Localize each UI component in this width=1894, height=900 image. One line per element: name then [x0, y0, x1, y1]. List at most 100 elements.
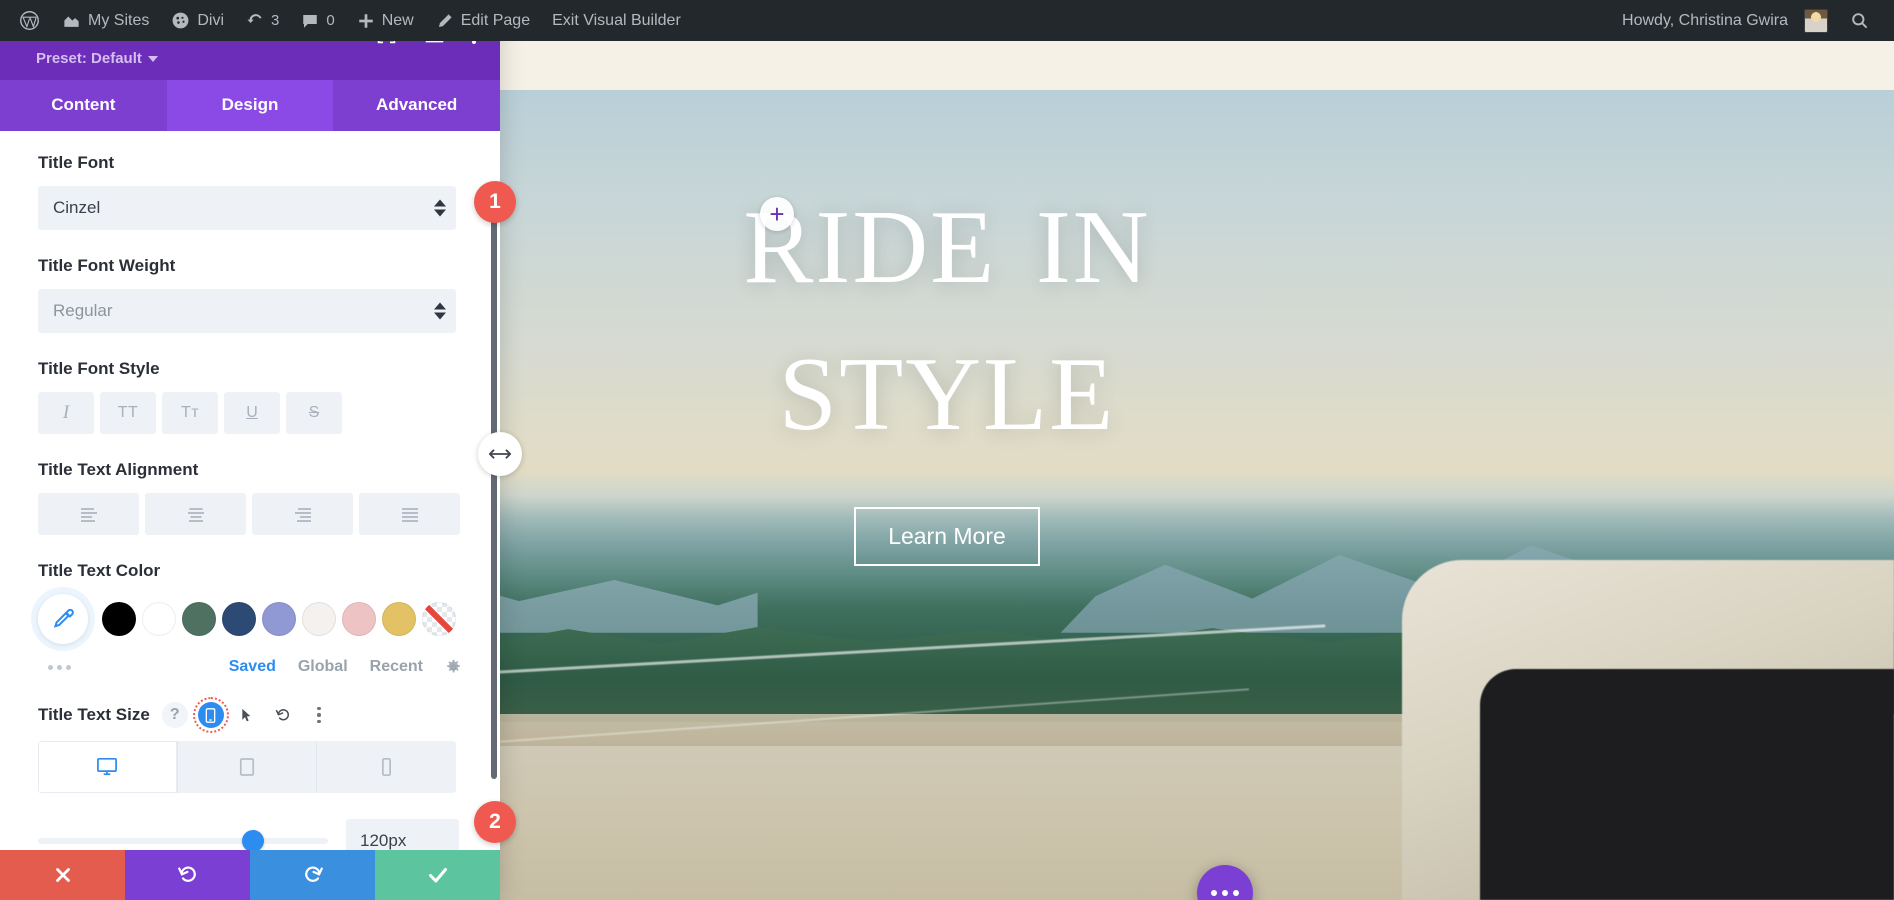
- text-size-slider[interactable]: [38, 838, 328, 844]
- strikethrough-glyph: S: [309, 404, 320, 422]
- responsive-mobile-icon[interactable]: [198, 702, 224, 728]
- title-font-style-label: Title Font Style: [38, 359, 462, 379]
- swatch-black[interactable]: [102, 602, 136, 636]
- align-right-icon: [292, 507, 314, 522]
- align-justify-button[interactable]: [359, 493, 460, 535]
- font-style-button-row: I TT Tᴛ U S: [38, 392, 462, 434]
- module-settings-panel: Call To Action Settings Preset: Default: [0, 0, 500, 900]
- undo-button[interactable]: [125, 850, 250, 900]
- admin-bar-my-sites-label: My Sites: [88, 12, 149, 30]
- color-source-tabs: Saved Global Recent: [229, 658, 462, 676]
- admin-bar-divi[interactable]: Divi: [160, 0, 235, 41]
- swatch-navy[interactable]: [222, 602, 256, 636]
- align-left-button[interactable]: [38, 493, 139, 535]
- cancel-button[interactable]: [0, 850, 125, 900]
- slider-knob[interactable]: [242, 830, 264, 850]
- account-greeting: Howdy, Christina Gwira: [1622, 12, 1788, 30]
- cta-title-line-2: Style: [743, 306, 1150, 453]
- admin-bar-divi-label: Divi: [197, 12, 224, 30]
- plus-icon: [357, 12, 375, 30]
- wordpress-admin-bar: My Sites Divi: [0, 0, 1894, 41]
- title-font-select-wrap: Cinzel: [38, 186, 462, 230]
- save-button[interactable]: [375, 850, 500, 900]
- admin-bar-updates[interactable]: 3: [235, 0, 290, 41]
- color-tab-global[interactable]: Global: [298, 658, 348, 676]
- admin-bar-exit-visual-builder[interactable]: Exit Visual Builder: [541, 0, 692, 41]
- admin-bar-right-group: Howdy, Christina Gwira: [1611, 0, 1894, 41]
- undo-icon: [177, 864, 199, 886]
- admin-bar-search[interactable]: [1839, 0, 1880, 41]
- cta-title: Ride In Style: [743, 159, 1150, 453]
- title-font-label: Title Font: [38, 153, 462, 173]
- strikethrough-button[interactable]: S: [286, 392, 342, 434]
- title-font-weight-select-wrap: Regular: [38, 289, 462, 333]
- more-options-icon[interactable]: [306, 702, 332, 728]
- reset-undo-icon[interactable]: [270, 702, 296, 728]
- gear-icon[interactable]: [445, 659, 462, 676]
- swatch-offwhite[interactable]: [302, 602, 336, 636]
- field-title-text-alignment: Title Text Alignment: [0, 460, 500, 535]
- small-caps-button[interactable]: Tᴛ: [162, 392, 218, 434]
- swatch-white[interactable]: [142, 602, 176, 636]
- eyedropper-icon[interactable]: [38, 594, 88, 644]
- add-module-button[interactable]: +: [760, 197, 794, 231]
- admin-bar-wp-logo[interactable]: [8, 0, 51, 41]
- preset-selector[interactable]: Preset: Default: [36, 50, 158, 67]
- align-justify-icon: [399, 507, 421, 522]
- device-tab-phone[interactable]: [317, 741, 456, 793]
- panel-resize-handle[interactable]: [478, 432, 522, 476]
- cta-title-line-1: Ride In: [743, 159, 1150, 306]
- align-center-button[interactable]: [145, 493, 246, 535]
- redo-icon: [302, 864, 324, 886]
- color-swatch-meta-row: Saved Global Recent: [38, 658, 462, 676]
- swatch-blush[interactable]: [342, 602, 376, 636]
- underline-button[interactable]: U: [224, 392, 280, 434]
- hover-cursor-icon[interactable]: [234, 702, 260, 728]
- tab-advanced[interactable]: Advanced: [333, 80, 500, 131]
- device-tab-tablet[interactable]: [178, 741, 318, 793]
- small-caps-glyph: Tᴛ: [181, 404, 199, 422]
- field-title-font: Title Font Cinzel: [0, 153, 500, 230]
- comment-icon: [301, 12, 319, 30]
- tab-content[interactable]: Content: [0, 80, 167, 131]
- align-right-button[interactable]: [252, 493, 353, 535]
- admin-bar-my-sites[interactable]: My Sites: [51, 0, 160, 41]
- swatch-transparent[interactable]: [422, 602, 456, 636]
- title-font-select[interactable]: Cinzel: [38, 186, 456, 230]
- device-breakpoint-tabs: [38, 741, 456, 793]
- admin-bar-edit-page[interactable]: Edit Page: [425, 0, 541, 41]
- panel-footer: [0, 850, 500, 900]
- italic-button[interactable]: I: [38, 392, 94, 434]
- admin-bar-comments[interactable]: 0: [290, 0, 345, 41]
- text-alignment-button-row: [38, 493, 462, 535]
- title-font-weight-select[interactable]: Regular: [38, 289, 456, 333]
- panel-scrollbar[interactable]: [491, 219, 497, 779]
- admin-bar-comments-count: 0: [326, 12, 334, 29]
- preset-label: Preset: Default: [36, 50, 142, 67]
- uppercase-button[interactable]: TT: [100, 392, 156, 434]
- learn-more-button[interactable]: Learn More: [854, 507, 1040, 566]
- panel-tabs: Content Design Advanced: [0, 80, 500, 131]
- align-center-icon: [185, 507, 207, 522]
- text-size-input[interactable]: [346, 819, 459, 850]
- italic-glyph: I: [63, 402, 69, 424]
- redo-button[interactable]: [250, 850, 375, 900]
- title-text-size-actions: ?: [162, 702, 332, 728]
- title-text-alignment-label: Title Text Alignment: [38, 460, 462, 480]
- title-text-size-label-row: Title Text Size ?: [38, 702, 462, 728]
- checkmark-icon: [426, 863, 450, 887]
- device-tab-desktop[interactable]: [38, 741, 178, 793]
- swatch-green[interactable]: [182, 602, 216, 636]
- color-swatch-row: [38, 594, 462, 644]
- color-tab-recent[interactable]: Recent: [370, 658, 423, 676]
- admin-bar-account[interactable]: Howdy, Christina Gwira: [1611, 0, 1839, 41]
- swatch-periwinkle[interactable]: [262, 602, 296, 636]
- admin-bar-edit-page-label: Edit Page: [461, 12, 530, 30]
- more-options-icon[interactable]: [48, 665, 71, 670]
- color-tab-saved[interactable]: Saved: [229, 658, 276, 676]
- admin-bar-new[interactable]: New: [346, 0, 425, 41]
- help-icon[interactable]: ?: [162, 702, 188, 728]
- slider-fill: [38, 838, 253, 844]
- tab-design[interactable]: Design: [167, 80, 334, 131]
- swatch-gold[interactable]: [382, 602, 416, 636]
